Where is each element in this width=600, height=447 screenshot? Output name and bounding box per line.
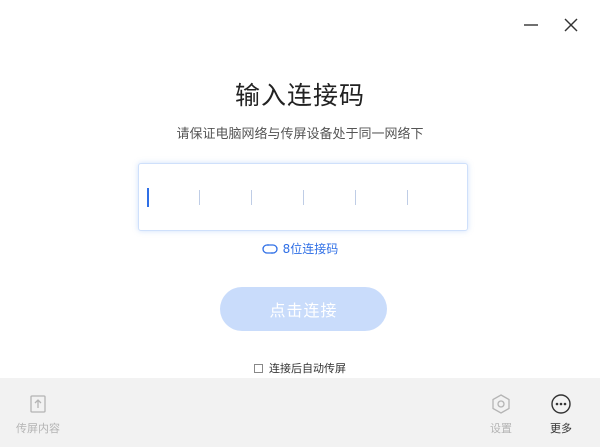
close-icon: [564, 18, 578, 32]
minimize-icon: [524, 24, 538, 26]
auto-cast-option: 连接后自动传屏: [0, 360, 600, 376]
more-label: 更多: [550, 422, 572, 435]
settings-label: 设置: [490, 422, 512, 435]
more-button[interactable]: 更多: [549, 392, 573, 436]
switch-icon: [262, 243, 278, 254]
cast-content-label: 传屏内容: [16, 422, 60, 435]
minimize-button[interactable]: [520, 14, 542, 36]
code-slot-cursor: [147, 188, 149, 207]
close-button[interactable]: [560, 14, 582, 36]
code-slot-divider: [251, 190, 252, 205]
switch-code-length-label: 8位连接码: [282, 242, 339, 256]
page-title: 输入连接码: [234, 81, 365, 110]
screen-cast-icon: [26, 392, 50, 416]
switch-code-length-link[interactable]: 8位连接码: [0, 240, 600, 257]
auto-cast-label[interactable]: 连接后自动传屏: [269, 360, 346, 376]
code-slot-divider: [199, 190, 200, 205]
gear-icon: [489, 392, 513, 416]
settings-button[interactable]: 设置: [489, 392, 513, 436]
bottom-toolbar: 传屏内容 设置 更多: [0, 378, 600, 447]
auto-cast-checkbox[interactable]: [254, 363, 263, 373]
cast-content-button[interactable]: 传屏内容: [16, 392, 60, 436]
code-slot-divider: [407, 190, 408, 205]
connect-window: 输入连接码 请保证电脑网络与传屏设备处于同一网络下 8位连接码 点击连接 连接后…: [0, 0, 600, 447]
window-controls: [520, 14, 582, 36]
code-slot-divider: [355, 190, 356, 205]
connection-code-input[interactable]: [138, 163, 468, 231]
more-icon: [549, 392, 573, 416]
code-slot-divider: [303, 190, 304, 205]
page-subtitle: 请保证电脑网络与传屏设备处于同一网络下: [176, 127, 424, 142]
connect-button[interactable]: 点击连接: [220, 287, 387, 331]
